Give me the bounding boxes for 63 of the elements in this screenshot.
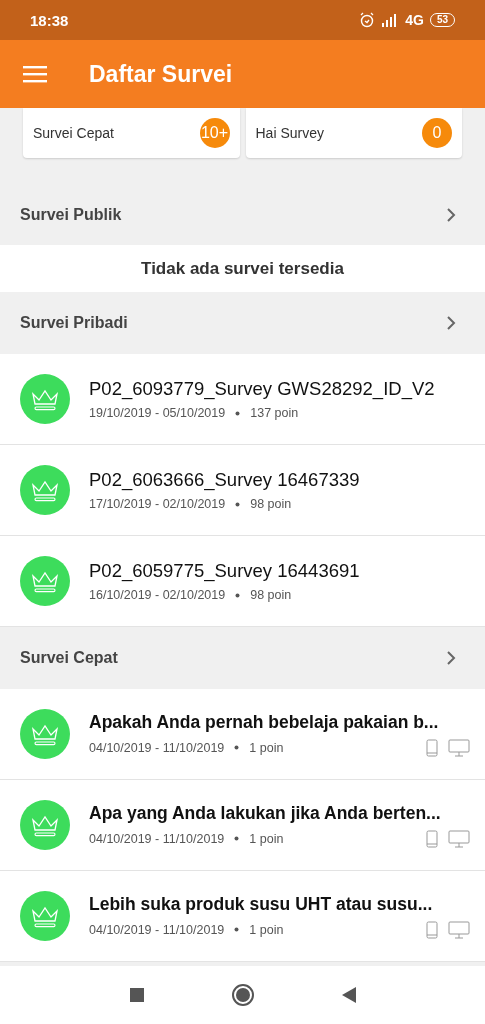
status-time: 18:38 [30,11,69,29]
separator-dot-icon [234,745,240,750]
chevron-right-icon [446,207,456,223]
count-badge: 0 [422,118,452,148]
separator-dot-icon [235,501,241,507]
survey-item[interactable]: Apa yang Anda lakukan jika Anda berten... 04/10/2019 - 11/10/2019 1 poin [0,780,485,871]
separator-dot-icon [234,927,240,932]
home-icon[interactable] [230,983,255,1007]
monitor-icon [448,920,470,939]
survey-title: Lebih suka produk susu UHT atau susu... [89,893,434,915]
survey-title: Apakah Anda pernah bebelaja pakaian b... [89,711,440,733]
section-title: Survei Cepat [20,649,118,667]
monitor-icon [448,738,470,757]
separator-dot-icon [235,592,241,598]
empty-message: Tidak ada survei tersedia [0,245,485,292]
crown-icon [20,800,70,850]
survey-title: Apa yang Anda lakukan jika Anda berten... [89,802,442,824]
survey-points: 137 poin [250,406,299,420]
survey-item[interactable]: P02_6063666_Survey 16467339 17/10/2019 - 02/10/2019 98 poin [0,445,485,536]
count-badge: 10+ [199,118,230,148]
menu-icon[interactable] [23,65,47,83]
phone-icon [426,920,438,939]
survey-dates: 04/10/2019 - 11/10/2019 [89,831,225,846]
card-label: Hai Survey [255,125,324,141]
phone-icon [426,829,438,848]
survey-points: 98 poin [250,588,292,602]
survey-item[interactable]: P02_6093779_Survey GWS28292_ID_V2 19/10/2019 - 05/10/2019 137 poin [0,354,485,445]
crown-icon [20,556,70,606]
survey-dates: 16/10/2019 - 02/10/2019 [89,588,226,602]
separator-dot-icon [235,410,241,416]
survey-title: P02_6063666_Survey 16467339 [89,469,361,491]
app-title: Daftar Survei [89,60,233,88]
monitor-icon [448,829,470,848]
survey-item[interactable]: Lebih suka produk susu UHT atau susu... 04/10/2019 - 11/10/2019 1 poin [0,871,485,962]
survey-title: P02_6093779_Survey GWS28292_ID_V2 [89,378,436,400]
network-label: 4G [405,12,424,28]
summary-card[interactable]: Survei Cepat 10+ [23,108,240,158]
section-title: Survei Pribadi [20,314,128,332]
survey-points: 1 poin [249,740,284,755]
summary-card[interactable]: Hai Survey 0 [245,108,462,158]
back-icon[interactable] [340,986,357,1004]
crown-icon [20,709,70,759]
survey-points: 1 poin [249,922,284,937]
phone-icon [426,738,438,757]
alarm-icon [359,12,376,28]
survey-points: 98 poin [250,497,292,511]
recent-apps-icon[interactable] [128,987,145,1003]
crown-icon [20,374,70,424]
chevron-right-icon [446,650,456,666]
survey-dates: 17/10/2019 - 02/10/2019 [89,497,226,511]
survey-item[interactable]: Apakah Anda pernah bebelaja pakaian b... 04/10/2019 - 11/10/2019 1 poin [0,689,485,780]
section-title: Survei Publik [20,206,122,224]
survey-dates: 19/10/2019 - 05/10/2019 [89,406,226,420]
chevron-right-icon [446,315,456,331]
survey-item[interactable]: P02_6059775_Survey 16443691 16/10/2019 - 02/10/2019 98 poin [0,536,485,627]
survey-dates: 04/10/2019 - 11/10/2019 [89,922,225,937]
survey-dates: 04/10/2019 - 11/10/2019 [89,740,225,755]
survey-points: 1 poin [249,831,284,846]
separator-dot-icon [234,836,240,841]
crown-icon [20,465,70,515]
card-label: Survei Cepat [33,125,114,141]
crown-icon [20,891,70,941]
survey-title: P02_6059775_Survey 16443691 [89,560,361,582]
